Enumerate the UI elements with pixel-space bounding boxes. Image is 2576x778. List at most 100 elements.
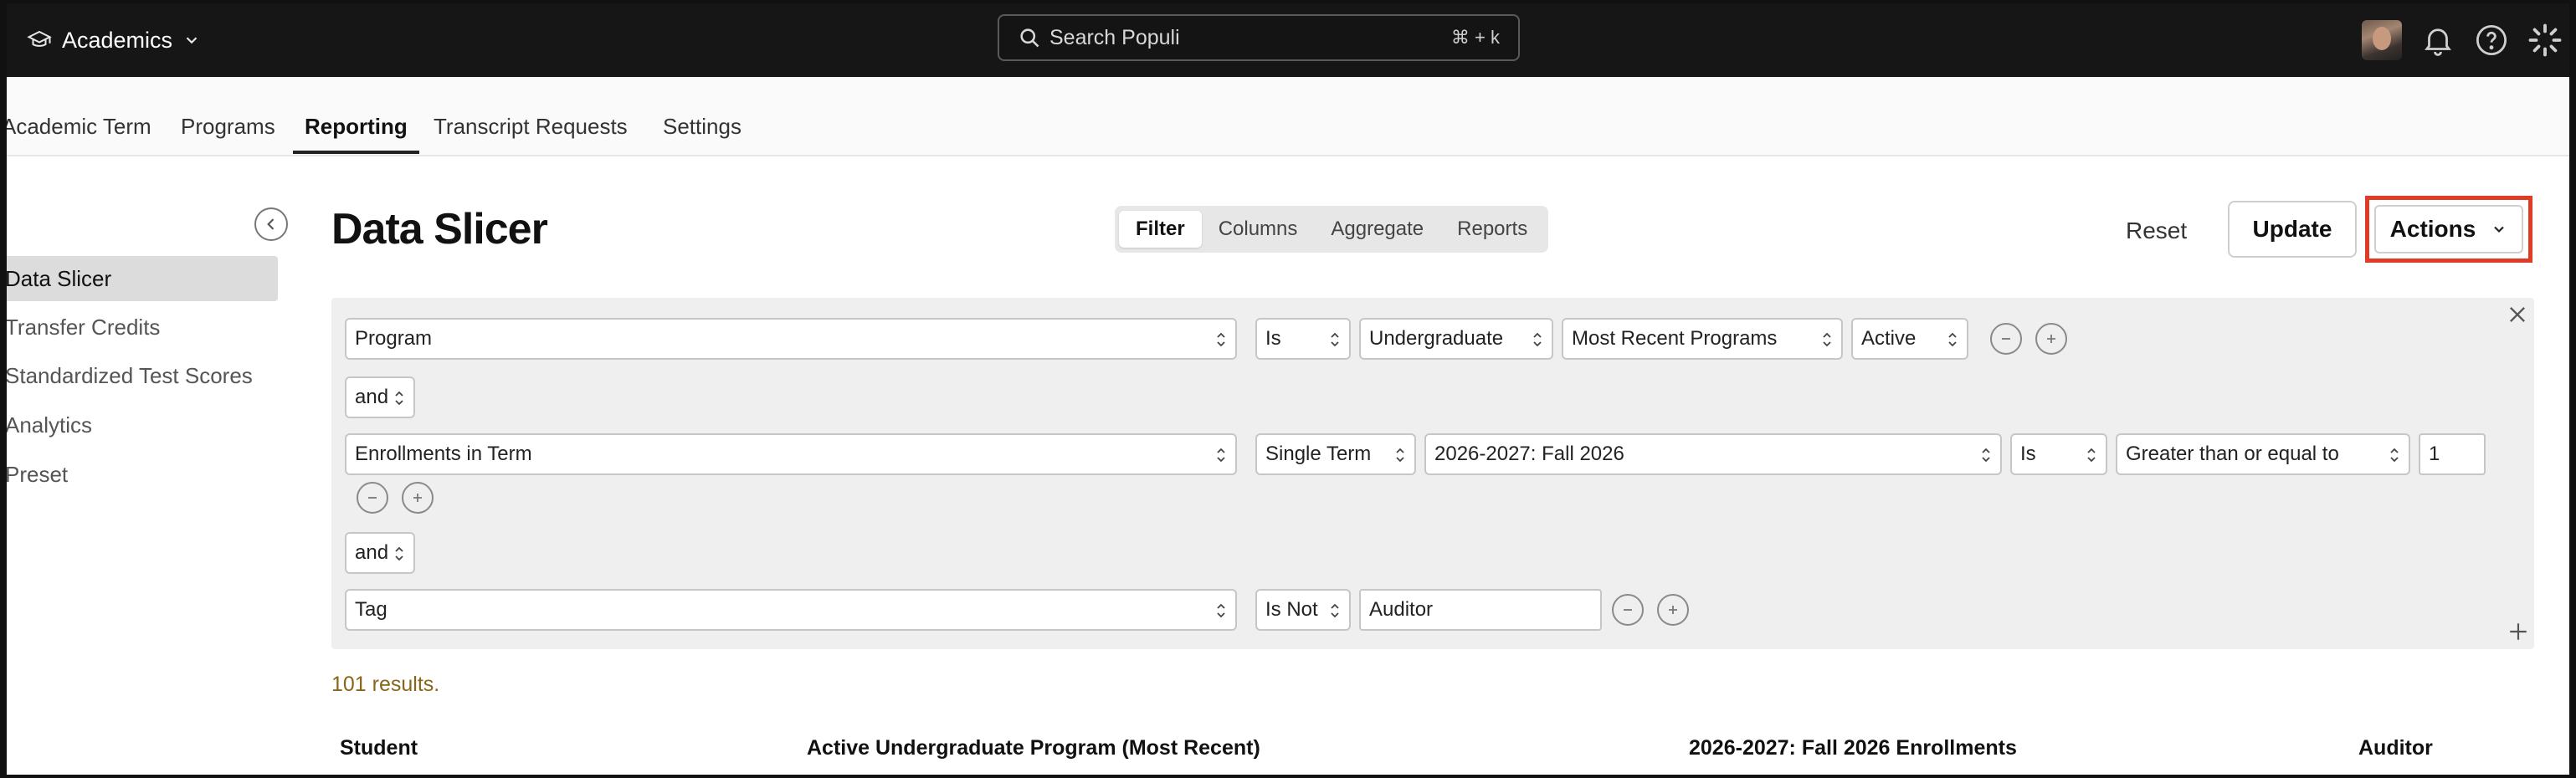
minus-icon <box>2002 338 2010 340</box>
select-arrows-icon <box>395 391 403 406</box>
filter-operator-select[interactable]: Is Not <box>1255 589 1351 631</box>
page-title: Data Slicer <box>331 205 548 253</box>
select-arrows-icon <box>1331 603 1339 618</box>
tab-reports[interactable]: Reports <box>1440 211 1544 248</box>
tab-filter[interactable]: Filter <box>1119 211 1202 248</box>
tab-columns[interactable]: Columns <box>1202 211 1315 248</box>
module-switcher[interactable]: Academics <box>27 22 201 59</box>
filter-operator-value: Is Not <box>1265 598 1318 621</box>
chevron-down-icon <box>186 37 198 44</box>
top-right-icons <box>2362 15 2563 65</box>
select-arrows-icon <box>2390 448 2399 463</box>
select-arrows-icon <box>1331 332 1339 347</box>
conjunction-select[interactable]: and <box>345 532 415 574</box>
enrollment-count-input[interactable]: 1 <box>2419 433 2486 475</box>
chevron-left-icon <box>267 218 275 230</box>
filter-scope-select[interactable]: Most Recent Programs <box>1562 318 1843 360</box>
select-arrows-icon <box>2087 448 2096 463</box>
select-arrows-icon <box>395 546 403 561</box>
remove-filter-button[interactable] <box>1990 323 2022 355</box>
search-icon <box>1020 28 1039 48</box>
filter-status-value: Active <box>1861 327 1917 350</box>
filter-field-value: Tag <box>355 598 387 621</box>
tab-academic-term[interactable]: Academic Term <box>7 114 151 140</box>
comparison-select[interactable]: Greater than or equal to <box>2116 433 2410 475</box>
tab-programs[interactable]: Programs <box>181 114 275 140</box>
sidebar-item-analytics[interactable]: Analytics <box>7 402 278 448</box>
collapse-sidebar-button[interactable] <box>254 207 288 241</box>
tag-value-input[interactable]: Auditor <box>1359 589 1602 631</box>
loading-spinner-icon[interactable] <box>2527 23 2563 58</box>
term-select[interactable]: 2026-2027: Fall 2026 <box>1424 433 2002 475</box>
tag-value-text: Auditor <box>1369 598 1434 621</box>
reset-button[interactable]: Reset <box>2126 218 2187 244</box>
actions-button[interactable]: Actions <box>2374 205 2523 253</box>
add-filter-button[interactable] <box>1657 594 1689 626</box>
results-count: 101 results. <box>331 673 440 696</box>
tab-transcript-requests[interactable]: Transcript Requests <box>434 114 628 140</box>
select-arrows-icon <box>1217 448 1225 463</box>
select-arrows-icon <box>1217 603 1225 618</box>
tab-reporting[interactable]: Reporting <box>293 114 419 154</box>
enrollment-count-value: 1 <box>2429 443 2440 465</box>
remove-filter-button[interactable] <box>1612 594 1644 626</box>
term-value: 2026-2027: Fall 2026 <box>1434 443 1624 465</box>
conjunction-value: and <box>355 541 389 564</box>
sidebar-item-data-slicer[interactable]: Data Slicer <box>7 256 278 301</box>
search-shortcut: ⌘ + k <box>1450 27 1500 48</box>
conjunction-value: and <box>355 386 389 408</box>
select-arrows-icon <box>1948 332 1957 347</box>
filter-operator-select[interactable]: Is <box>2010 433 2107 475</box>
column-header-enrollments[interactable]: 2026-2027: Fall 2026 Enrollments <box>1689 736 2017 760</box>
column-header-program[interactable]: Active Undergraduate Program (Most Recen… <box>807 736 1260 760</box>
select-arrows-icon <box>1982 448 1990 463</box>
filter-scope-value: Most Recent Programs <box>1572 327 1778 350</box>
avatar[interactable] <box>2362 20 2402 60</box>
filter-value-select[interactable]: Undergraduate <box>1359 318 1553 360</box>
add-filter-button[interactable] <box>402 482 434 514</box>
term-mode-select[interactable]: Single Term <box>1255 433 1416 475</box>
module-tabs: Academic Term Programs Reporting Transcr… <box>7 77 2569 156</box>
update-button[interactable]: Update <box>2228 201 2357 258</box>
filter-field-value: Program <box>355 327 433 350</box>
plus-icon <box>1669 606 1677 614</box>
filter-operator-select[interactable]: Is <box>1255 318 1351 360</box>
bell-icon[interactable] <box>2420 23 2455 58</box>
comparison-value: Greater than or equal to <box>2126 443 2339 465</box>
sidebar-item-transfer-credits[interactable]: Transfer Credits <box>7 305 278 350</box>
actions-highlight: Actions <box>2365 196 2532 263</box>
filter-operator-value: Is <box>1265 327 1281 350</box>
column-header-auditor[interactable]: Auditor <box>2358 736 2433 760</box>
filter-field-value: Enrollments in Term <box>355 443 532 465</box>
top-bar: Academics Search Populi ⌘ + k <box>7 3 2569 77</box>
filter-field-select[interactable]: Enrollments in Term <box>345 433 1237 475</box>
plus-icon <box>2047 335 2055 343</box>
sidebar-item-standardized-test-scores[interactable]: Standardized Test Scores <box>7 353 278 398</box>
help-icon[interactable] <box>2474 23 2509 58</box>
module-name: Academics <box>62 27 173 53</box>
filter-status-select[interactable]: Active <box>1851 318 1968 360</box>
add-filter-button[interactable] <box>2035 323 2067 355</box>
close-icon[interactable] <box>2506 303 2529 326</box>
filter-field-select[interactable]: Program <box>345 318 1237 360</box>
filter-panel: Program Is Undergraduate Most Recent Pro… <box>331 298 2534 649</box>
term-mode-value: Single Term <box>1265 443 1372 465</box>
search-input[interactable]: Search Populi ⌘ + k <box>998 14 1520 61</box>
select-arrows-icon <box>1396 448 1404 463</box>
filter-operator-value: Is <box>2020 443 2036 465</box>
chevron-down-icon <box>2494 226 2505 233</box>
column-header-student[interactable]: Student <box>340 736 418 760</box>
sidebar-item-preset[interactable]: Preset <box>7 452 278 497</box>
filter-value-text: Undergraduate <box>1369 327 1504 350</box>
remove-filter-button[interactable] <box>357 482 388 514</box>
conjunction-select[interactable]: and <box>345 376 415 418</box>
tab-settings[interactable]: Settings <box>663 114 741 140</box>
plus-icon[interactable] <box>2507 621 2529 642</box>
actions-label: Actions <box>2389 216 2476 242</box>
app-window: Academics Search Populi ⌘ + k Academic T… <box>7 3 2569 775</box>
filter-field-select[interactable]: Tag <box>345 589 1237 631</box>
minus-icon <box>1624 609 1632 611</box>
plus-icon <box>413 494 422 502</box>
tab-aggregate[interactable]: Aggregate <box>1314 211 1440 248</box>
graduation-cap-icon <box>27 30 52 47</box>
